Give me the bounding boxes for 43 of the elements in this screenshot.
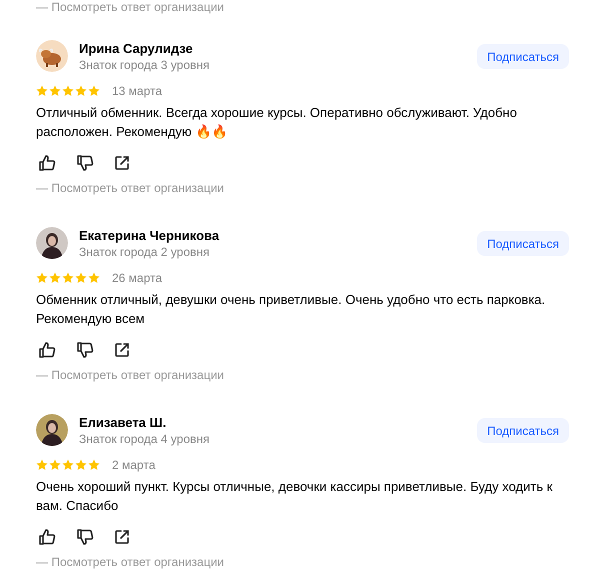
- review-date: 13 марта: [112, 84, 162, 98]
- star-icon: [75, 459, 87, 471]
- thumbs-down-icon[interactable]: [76, 528, 94, 546]
- star-icon: [49, 85, 61, 97]
- reply-link[interactable]: — Посмотреть ответ организации: [36, 181, 224, 195]
- share-icon[interactable]: [114, 155, 130, 171]
- subscribe-button[interactable]: Подписаться: [477, 231, 569, 256]
- share-icon[interactable]: [114, 342, 130, 358]
- review-text: Отличный обменник. Всегда хорошие курсы. Оперативно обслуживают. Удобно расположен. Рекомендую 🔥🔥: [36, 104, 518, 141]
- subscribe-button[interactable]: Подписаться: [477, 44, 569, 69]
- thumbs-down-icon[interactable]: [76, 341, 94, 359]
- star-icon: [62, 459, 74, 471]
- thumbs-up-icon[interactable]: [38, 341, 56, 359]
- reviewer-status: Знаток города 4 уровня: [79, 432, 211, 446]
- star-icon: [49, 272, 61, 284]
- review-text: Очень хороший пункт. Курсы отличные, девочки кассиры приветливые. Буду ходить к вам. Спасибо: [36, 478, 554, 515]
- star-icon: [75, 272, 87, 284]
- review-date: 26 марта: [112, 271, 162, 285]
- star-icon: [88, 85, 100, 97]
- reviewer-name[interactable]: Екатерина Черникова: [79, 228, 466, 242]
- star-icon: [36, 459, 48, 471]
- reviewer-name[interactable]: Ирина Сарулидзе: [79, 40, 466, 56]
- star-icon: [62, 85, 74, 97]
- thumbs-up-icon[interactable]: [38, 528, 56, 546]
- star-icon: [88, 459, 100, 471]
- star-icon: [75, 85, 87, 97]
- share-icon[interactable]: [114, 529, 130, 545]
- thumbs-up-icon[interactable]: [38, 154, 56, 172]
- thumbs-down-icon[interactable]: [76, 154, 94, 172]
- star-icon: [62, 272, 74, 284]
- reviewer-status: Знаток города 3 уровня: [79, 58, 211, 72]
- review-date: 2 марта: [112, 458, 156, 472]
- star-icon: [36, 85, 48, 97]
- reply-link[interactable]: — Посмотреть ответ организации: [36, 368, 224, 382]
- reply-link[interactable]: — Посмотреть ответ организации: [36, 555, 224, 569]
- reviewer-status: Знаток города 2 уровня: [79, 244, 211, 258]
- subscribe-button[interactable]: Подписаться: [477, 418, 569, 443]
- review-text: Обменник отличный, девушки очень приветливые. Очень удобно что есть парковка. Рекомендую всем: [36, 291, 546, 328]
- star-icon: [88, 272, 100, 284]
- reply-link[interactable]: — Посмотреть ответ организации: [0, 0, 611, 14]
- star-icon: [36, 272, 48, 284]
- star-icon: [49, 459, 61, 471]
- reviewer-name[interactable]: Елизавета Ш.: [79, 414, 466, 430]
